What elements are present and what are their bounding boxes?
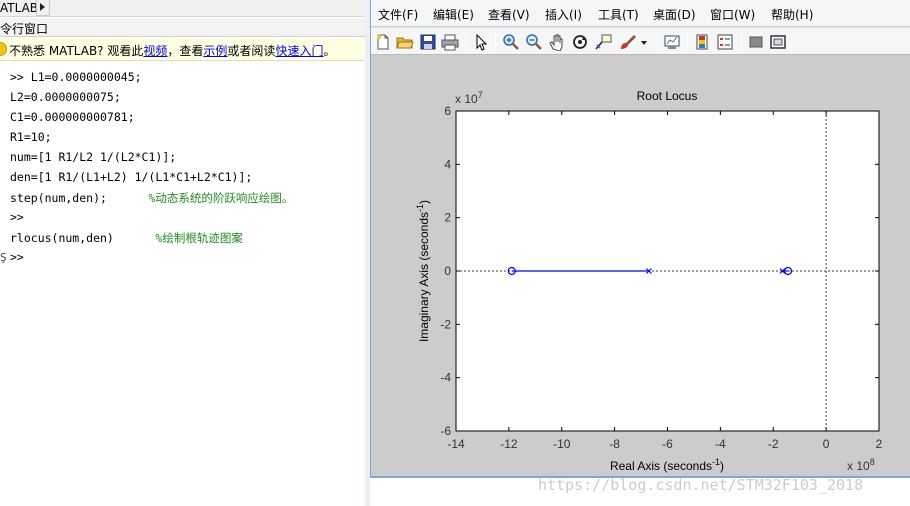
legend-icon[interactable]: [716, 33, 734, 51]
x-tick-label: 2: [876, 437, 883, 451]
x-tick-label: -10: [553, 437, 571, 451]
command-window-panel: ATLAB 令行窗口 不熟悉 MATLAB? 观看此视频，查看示例或者阅读快速入…: [0, 0, 370, 506]
x-tick-label: -4: [715, 437, 726, 451]
zoom-in-icon[interactable]: [502, 33, 520, 51]
colorbar-icon[interactable]: [693, 33, 711, 51]
y-axis-label: Imaginary Axis (seconds-1): [415, 200, 431, 342]
examples-link[interactable]: 示例: [203, 44, 227, 58]
x-tick-label: -6: [662, 437, 673, 451]
watch-video-link[interactable]: 视频: [143, 44, 167, 58]
chevron-right-icon: [40, 3, 45, 11]
console-line: rlocus(num,den) %绘制根轨迹图案: [10, 231, 243, 245]
y-tick-label: -6: [440, 424, 451, 438]
select-arrow-icon[interactable]: [472, 33, 490, 51]
x-tick-label: -8: [609, 437, 620, 451]
console-line: >> L1=0.0000000045;: [10, 70, 142, 84]
x-axis-label: Real Axis (seconds-1): [610, 457, 724, 473]
y-tick-label: -2: [440, 317, 451, 331]
toolbar-separator: [465, 32, 466, 52]
breadcrumb-text[interactable]: ATLAB: [0, 1, 38, 15]
rotate-3d-icon[interactable]: [571, 33, 589, 51]
new-figure-icon[interactable]: [374, 33, 392, 51]
info-icon: [0, 42, 7, 56]
console-line: step(num,den); %动态系统的阶跃响应绘图。: [10, 191, 294, 205]
console-line: num=[1 R1/L2 1/(L2*C1)];: [10, 150, 177, 164]
getting-started-link[interactable]: 快速入门: [275, 44, 323, 58]
show-plot-tools-icon[interactable]: [769, 33, 787, 51]
link-plot-icon[interactable]: [663, 33, 681, 51]
menu-file[interactable]: 文件(F): [378, 6, 418, 23]
brush-dropdown-icon[interactable]: [639, 33, 649, 51]
y-tick-label: 0: [444, 264, 451, 278]
menu-edit[interactable]: 编辑(E): [433, 6, 474, 23]
code-comment: %动态系统的阶跃响应绘图。: [148, 191, 294, 205]
command-console[interactable]: >> L1=0.0000000045; L2=0.0000000075; C1=…: [0, 62, 370, 506]
figure-menubar: 文件(F) 编辑(E) 查看(V) 插入(I) 工具(T) 桌面(D) 窗口(W…: [371, 0, 910, 26]
console-line: den=[1 R1/(L1+L2) 1/(L1*C1+L2*C1)];: [10, 170, 253, 184]
save-icon[interactable]: [419, 33, 437, 51]
data-cursor-icon[interactable]: [594, 33, 612, 51]
command-window-title: 令行窗口: [0, 22, 49, 36]
pan-hand-icon[interactable]: [548, 33, 566, 51]
y-tick-label: 2: [444, 211, 451, 225]
console-line: R1=10;: [10, 130, 52, 144]
menu-help[interactable]: 帮助(H): [771, 6, 813, 23]
console-prompt[interactable]: >>: [10, 250, 24, 264]
infobar-text: 不熟悉 MATLAB? 观看此视频，查看示例或者阅读快速入门。: [9, 44, 336, 58]
toolbar-separator: [495, 32, 496, 52]
figure-window: 文件(F) 编辑(E) 查看(V) 插入(I) 工具(T) 桌面(D) 窗口(W…: [370, 0, 910, 478]
menu-view[interactable]: 查看(V): [488, 6, 530, 23]
root-locus-figure[interactable]: Root Locus -14 -12 -10 -8 -6 -4 -2 0 2 -6 -4 -2 0 2 4 6…: [371, 56, 910, 476]
command-window-titlebar[interactable]: 令行窗口: [0, 18, 370, 37]
open-file-icon[interactable]: [396, 33, 414, 51]
console-line: C1=0.000000000781;: [10, 110, 135, 124]
toolbar-separator: [657, 32, 658, 52]
chart-title: Root Locus: [637, 89, 698, 103]
fx-cursor-mark: Ş: [0, 251, 7, 264]
code-comment: %绘制根轨迹图案: [155, 231, 243, 245]
y-tick-label: 4: [444, 157, 451, 171]
console-line: L2=0.0000000075;: [10, 90, 121, 104]
getting-started-infobar: 不熟悉 MATLAB? 观看此视频，查看示例或者阅读快速入门。: [0, 38, 370, 61]
y-tick-label: 6: [444, 104, 451, 118]
toolbar-separator: [687, 32, 688, 52]
hide-plot-tools-icon[interactable]: [747, 33, 765, 51]
menu-tools[interactable]: 工具(T): [598, 6, 639, 23]
y-axis-multiplier: x 107: [455, 90, 483, 106]
brush-icon[interactable]: [619, 33, 637, 51]
y-tick-label: -4: [440, 371, 451, 385]
address-breadcrumb: ATLAB: [0, 0, 370, 17]
print-icon[interactable]: [441, 33, 459, 51]
menu-insert[interactable]: 插入(I): [545, 6, 582, 23]
toolbar-separator: [741, 32, 742, 52]
x-tick-label: -14: [447, 437, 465, 451]
x-axis-multiplier: x 108: [847, 457, 875, 473]
console-prompt: >>: [10, 210, 24, 224]
menu-desktop[interactable]: 桌面(D): [653, 6, 696, 23]
menu-window[interactable]: 窗口(W): [710, 6, 755, 23]
x-tick-label: -12: [500, 437, 518, 451]
zoom-out-icon[interactable]: [525, 33, 543, 51]
x-tick-label: 0: [823, 437, 830, 451]
figure-toolbar: [371, 27, 910, 55]
watermark-url: https://blog.csdn.net/STM32F103_2018: [538, 476, 864, 494]
x-tick-label: -2: [768, 437, 779, 451]
